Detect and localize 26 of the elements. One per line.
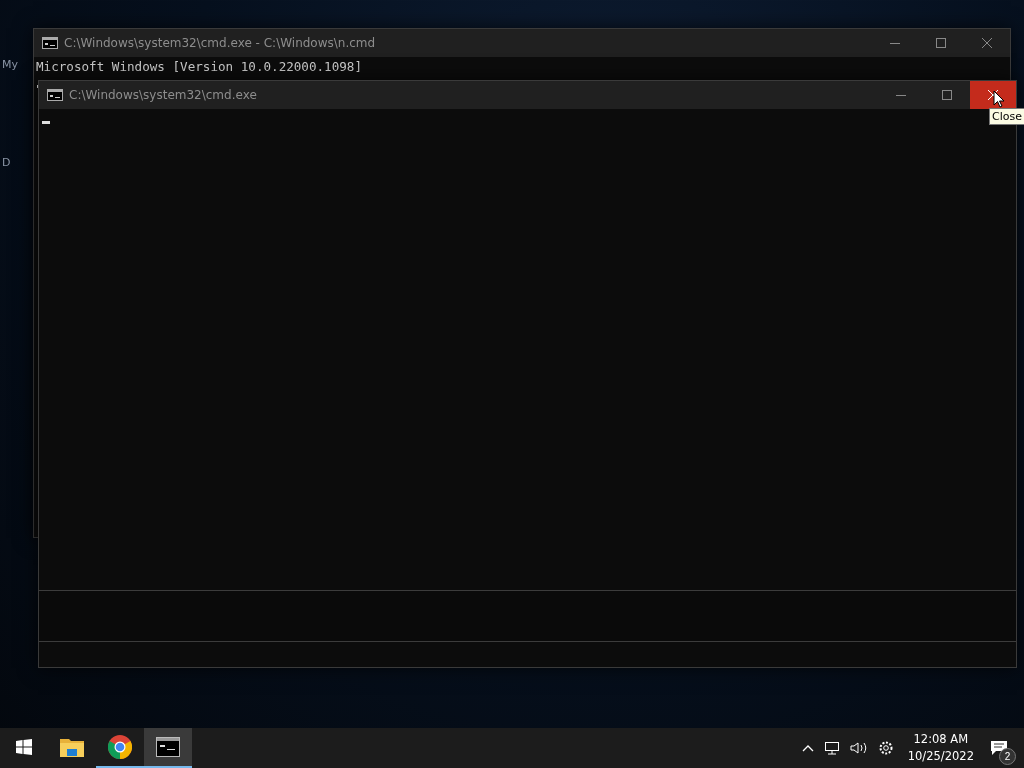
window-title: C:\Windows\system32\cmd.exe <box>69 88 258 102</box>
notification-count: 2 <box>999 748 1016 765</box>
clock[interactable]: 12:08 AM 10/25/2022 <box>899 731 982 765</box>
windows-logo-icon <box>16 739 32 755</box>
notifications-button[interactable]: 2 <box>984 728 1018 768</box>
minimize-icon <box>896 94 906 96</box>
folder-icon <box>60 737 84 757</box>
terminal-icon <box>47 89 63 101</box>
taskbar-app[interactable] <box>144 728 192 768</box>
browser-icon <box>108 735 132 759</box>
close-icon <box>988 90 998 100</box>
maximize-icon <box>936 38 946 48</box>
console-line: Microsoft Windows [Version 10.0.22000.1098] <box>36 59 364 75</box>
mouse-pointer-icon <box>993 90 1005 108</box>
close-icon <box>982 38 992 48</box>
minimize-icon <box>890 42 900 44</box>
desktop-icon-label[interactable]: My <box>2 58 18 71</box>
maximize-icon <box>942 90 952 100</box>
terminal-icon <box>156 737 180 757</box>
chevron-up-icon <box>801 744 814 752</box>
tooltip: Close <box>989 108 1024 125</box>
window-title: C:\Windows\system32\cmd.exe - C:\Windows\n.cmd <box>64 36 377 50</box>
close-button[interactable] <box>970 81 1016 109</box>
text-cursor <box>42 121 50 124</box>
terminal-icon <box>42 37 58 49</box>
desktop-icon-label[interactable]: D <box>2 156 11 169</box>
